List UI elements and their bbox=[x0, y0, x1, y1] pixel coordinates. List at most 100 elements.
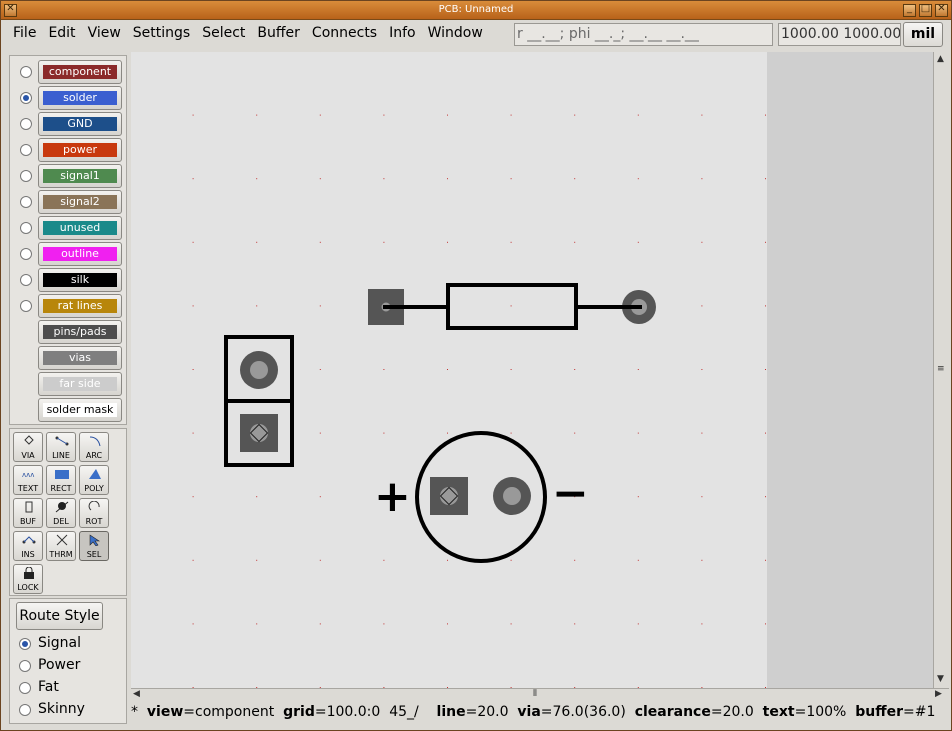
route-radio[interactable] bbox=[19, 660, 31, 672]
menu-window[interactable]: Window bbox=[424, 23, 491, 45]
scroll-thumb-grip-icon[interactable]: ⦀ bbox=[533, 689, 537, 699]
tool-del-button[interactable]: DEL bbox=[46, 498, 76, 528]
menu-info[interactable]: Info bbox=[385, 23, 424, 45]
layer-visibility-button[interactable]: signal1 bbox=[38, 164, 122, 188]
title-bar[interactable]: ✕ PCB: Unnamed _ □ ✕ bbox=[1, 1, 951, 20]
tool-buf-button[interactable]: BUF bbox=[13, 498, 43, 528]
tool-label: THRM bbox=[49, 550, 73, 559]
layer-select-radio[interactable] bbox=[20, 170, 32, 182]
layer-select-radio[interactable] bbox=[20, 92, 32, 104]
units-toggle-button[interactable]: mil bbox=[903, 22, 943, 47]
layer-panel: component solder GND power signal1 signal2 unu… bbox=[9, 55, 127, 425]
tool-text-button[interactable]: ʌʌʌ TEXT bbox=[13, 465, 43, 495]
layer-visibility-button[interactable]: solder mask bbox=[38, 398, 122, 422]
layer-row[interactable]: power bbox=[10, 137, 128, 163]
layer-row[interactable]: component bbox=[10, 59, 128, 85]
layer-visibility-button[interactable]: rat lines bbox=[38, 294, 122, 318]
tool-rect-button[interactable]: RECT bbox=[46, 465, 76, 495]
route-option-signal[interactable]: Signal bbox=[10, 633, 128, 655]
vertical-scrollbar[interactable]: ▲ ≡ ▼ bbox=[933, 52, 949, 688]
layer-row[interactable]: silk bbox=[10, 267, 128, 293]
layer-row[interactable]: vias bbox=[10, 345, 128, 371]
layer-row[interactable]: unused bbox=[10, 215, 128, 241]
status-clearance-value: =20.0 bbox=[710, 704, 754, 720]
layer-select-radio[interactable] bbox=[20, 222, 32, 234]
layer-row[interactable]: outline bbox=[10, 241, 128, 267]
scroll-up-icon[interactable]: ▲ bbox=[937, 54, 944, 64]
layer-visibility-button[interactable]: signal2 bbox=[38, 190, 122, 214]
layer-row[interactable]: GND bbox=[10, 111, 128, 137]
menu-edit[interactable]: Edit bbox=[44, 23, 83, 45]
tool-rot-button[interactable]: ROT bbox=[79, 498, 109, 528]
layer-visibility-button[interactable]: component bbox=[38, 60, 122, 84]
menu-view[interactable]: View bbox=[84, 23, 129, 45]
route-radio[interactable] bbox=[19, 682, 31, 694]
status-buffer-value: =#1 bbox=[903, 704, 936, 720]
tool-line-button[interactable]: LINE bbox=[46, 432, 76, 462]
route-option-label: Power bbox=[38, 657, 81, 673]
layer-select-radio[interactable] bbox=[20, 118, 32, 130]
layer-select-radio[interactable] bbox=[20, 144, 32, 156]
close-button[interactable]: ✕ bbox=[935, 3, 948, 17]
tool-lock-button[interactable]: LOCK bbox=[13, 564, 43, 594]
route-radio[interactable] bbox=[19, 704, 31, 716]
layer-row[interactable]: rat lines bbox=[10, 293, 128, 319]
route-style-button[interactable]: Route Style bbox=[16, 602, 103, 630]
layer-visibility-button[interactable]: GND bbox=[38, 112, 122, 136]
layer-row[interactable]: signal1 bbox=[10, 163, 128, 189]
menu-settings[interactable]: Settings bbox=[129, 23, 198, 45]
scroll-thumb-grip-icon[interactable]: ≡ bbox=[937, 364, 945, 374]
layer-select-radio[interactable] bbox=[20, 300, 32, 312]
layer-visibility-button[interactable]: outline bbox=[38, 242, 122, 266]
scroll-right-icon[interactable]: ▶ bbox=[935, 689, 942, 699]
layer-visibility-button[interactable]: pins/pads bbox=[38, 320, 122, 344]
status-via-value: =76.0(36.0) bbox=[540, 704, 626, 720]
layer-visibility-button[interactable]: unused bbox=[38, 216, 122, 240]
board-canvas[interactable]: + − bbox=[131, 52, 933, 688]
menu-connects[interactable]: Connects bbox=[308, 23, 385, 45]
tool-thrm-button[interactable]: THRM bbox=[46, 531, 76, 561]
menu-select[interactable]: Select bbox=[198, 23, 253, 45]
layer-select-radio[interactable] bbox=[20, 274, 32, 286]
status-view-value: =component bbox=[183, 704, 275, 720]
layer-label: far side bbox=[43, 377, 117, 391]
layer-select-radio[interactable] bbox=[20, 248, 32, 260]
route-radio[interactable] bbox=[19, 638, 31, 650]
layer-row[interactable]: far side bbox=[10, 371, 128, 397]
layer-visibility-button[interactable]: vias bbox=[38, 346, 122, 370]
layer-row[interactable]: signal2 bbox=[10, 189, 128, 215]
scroll-down-icon[interactable]: ▼ bbox=[937, 674, 944, 684]
layer-visibility-button[interactable]: power bbox=[38, 138, 122, 162]
scroll-left-icon[interactable]: ◀ bbox=[133, 689, 140, 699]
tool-arc-button[interactable]: ARC bbox=[79, 432, 109, 462]
layer-select-radio[interactable] bbox=[20, 196, 32, 208]
layer-label: pins/pads bbox=[43, 325, 117, 339]
tool-ins-button[interactable]: INS bbox=[13, 531, 43, 561]
layer-visibility-button[interactable]: solder bbox=[38, 86, 122, 110]
layer-label: power bbox=[43, 143, 117, 157]
layer-row[interactable]: solder mask bbox=[10, 397, 128, 423]
maximize-button[interactable]: □ bbox=[919, 3, 932, 17]
tool-poly-button[interactable]: POLY bbox=[79, 465, 109, 495]
layer-label: solder mask bbox=[43, 403, 117, 417]
minus-sign: − bbox=[552, 468, 589, 519]
menu-file[interactable]: File bbox=[9, 23, 44, 45]
layer-select-radio[interactable] bbox=[20, 66, 32, 78]
menu-buffer[interactable]: Buffer bbox=[253, 23, 308, 45]
layer-label: component bbox=[43, 65, 117, 79]
window-title: PCB: Unnamed bbox=[438, 4, 514, 15]
route-option-fat[interactable]: Fat bbox=[10, 677, 128, 699]
layer-row[interactable]: pins/pads bbox=[10, 319, 128, 345]
route-style-panel: Route Style Signal Power Fat Skinny bbox=[9, 598, 127, 724]
route-option-skinny[interactable]: Skinny bbox=[10, 699, 128, 721]
status-grid-key: grid bbox=[283, 704, 315, 720]
board-drawing[interactable]: + − bbox=[131, 52, 933, 688]
layer-visibility-button[interactable]: silk bbox=[38, 268, 122, 292]
tool-via-button[interactable]: VIA bbox=[13, 432, 43, 462]
layer-visibility-button[interactable]: far side bbox=[38, 372, 122, 396]
minimize-button[interactable]: _ bbox=[903, 3, 916, 17]
horizontal-scrollbar[interactable]: ◀ ⦀ ▶ bbox=[131, 688, 949, 702]
route-option-power[interactable]: Power bbox=[10, 655, 128, 677]
tool-sel-button[interactable]: SEL bbox=[79, 531, 109, 561]
layer-row[interactable]: solder bbox=[10, 85, 128, 111]
